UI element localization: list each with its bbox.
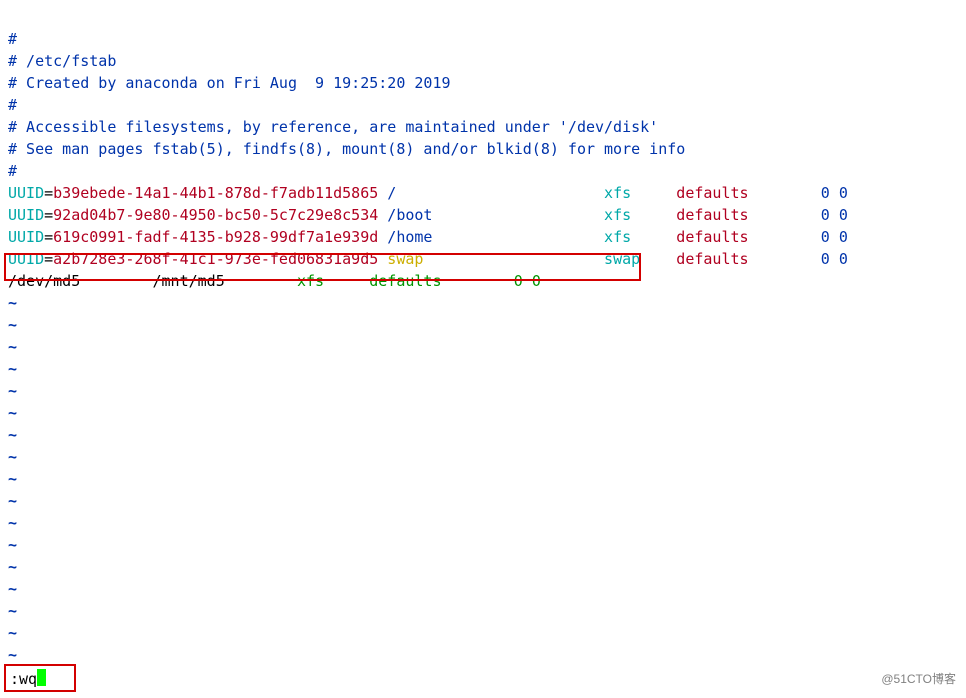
fs-type: xfs: [604, 184, 631, 202]
uuid-value: 619c0991-fadf-4135-b928-99df7a1e939d: [53, 228, 378, 246]
vim-tilde: ~: [8, 536, 17, 554]
pass: 0: [839, 250, 848, 268]
pass: 0: [839, 228, 848, 246]
comment-line: # /etc/fstab: [8, 52, 116, 70]
mount-point: /home: [387, 228, 432, 246]
vim-tilde: ~: [8, 646, 17, 664]
uuid-value: a2b728e3-268f-41c1-973e-fed06831a9d5: [53, 250, 378, 268]
fs-type: xfs: [604, 206, 631, 224]
device: /dev/md5: [8, 272, 80, 290]
vim-command: :wq: [10, 670, 37, 688]
mount-point: /mnt/md5: [153, 272, 225, 290]
vim-tilde: ~: [8, 514, 17, 532]
vim-tilde: ~: [8, 580, 17, 598]
vim-tilde: ~: [8, 426, 17, 444]
dump: 0: [514, 272, 523, 290]
uuid-key: UUID: [8, 228, 44, 246]
mount-opts: defaults: [676, 228, 748, 246]
uuid-value: b39ebede-14a1-44b1-878d-f7adb11d5865: [53, 184, 378, 202]
vim-tilde: ~: [8, 492, 17, 510]
comment-line: #: [8, 96, 17, 114]
fs-type: xfs: [297, 272, 324, 290]
mount-opts: defaults: [369, 272, 441, 290]
mount-opts: defaults: [676, 184, 748, 202]
uuid-key: UUID: [8, 206, 44, 224]
equals: =: [44, 228, 53, 246]
vim-command-line[interactable]: :wq: [10, 667, 46, 690]
fs-type: swap: [604, 250, 640, 268]
fs-type: xfs: [604, 228, 631, 246]
vim-tilde: ~: [8, 624, 17, 642]
equals: =: [44, 184, 53, 202]
dump: 0: [821, 228, 830, 246]
watermark: @51CTO博客: [881, 668, 956, 690]
mount-opts: defaults: [676, 206, 748, 224]
mount-opts: defaults: [676, 250, 748, 268]
comment-line: #: [8, 162, 17, 180]
equals: =: [44, 250, 53, 268]
cursor-icon: [37, 669, 46, 686]
pass: 0: [839, 184, 848, 202]
vim-tilde: ~: [8, 448, 17, 466]
vim-tilde: ~: [8, 360, 17, 378]
uuid-value: 92ad04b7-9e80-4950-bc50-5c7c29e8c534: [53, 206, 378, 224]
vim-tilde: ~: [8, 470, 17, 488]
equals: =: [44, 206, 53, 224]
vim-tilde: ~: [8, 558, 17, 576]
uuid-key: UUID: [8, 184, 44, 202]
uuid-key: UUID: [8, 250, 44, 268]
dump: 0: [821, 206, 830, 224]
vim-tilde: ~: [8, 294, 17, 312]
vim-tilde: ~: [8, 382, 17, 400]
vim-tilde: ~: [8, 602, 17, 620]
vim-tilde: ~: [8, 338, 17, 356]
pass: 0: [532, 272, 541, 290]
comment-line: # Created by anaconda on Fri Aug 9 19:25…: [8, 74, 451, 92]
vim-tilde: ~: [8, 404, 17, 422]
mount-point: swap: [387, 250, 423, 268]
mount-point: /: [387, 184, 396, 202]
comment-line: # Accessible filesystems, by reference, …: [8, 118, 658, 136]
dump: 0: [821, 250, 830, 268]
comment-line: #: [8, 30, 17, 48]
vim-tilde: ~: [8, 316, 17, 334]
comment-line: # See man pages fstab(5), findfs(8), mou…: [8, 140, 685, 158]
vim-editor-area[interactable]: # # /etc/fstab # Created by anaconda on …: [8, 6, 958, 666]
mount-point: /boot: [387, 206, 432, 224]
pass: 0: [839, 206, 848, 224]
dump: 0: [821, 184, 830, 202]
